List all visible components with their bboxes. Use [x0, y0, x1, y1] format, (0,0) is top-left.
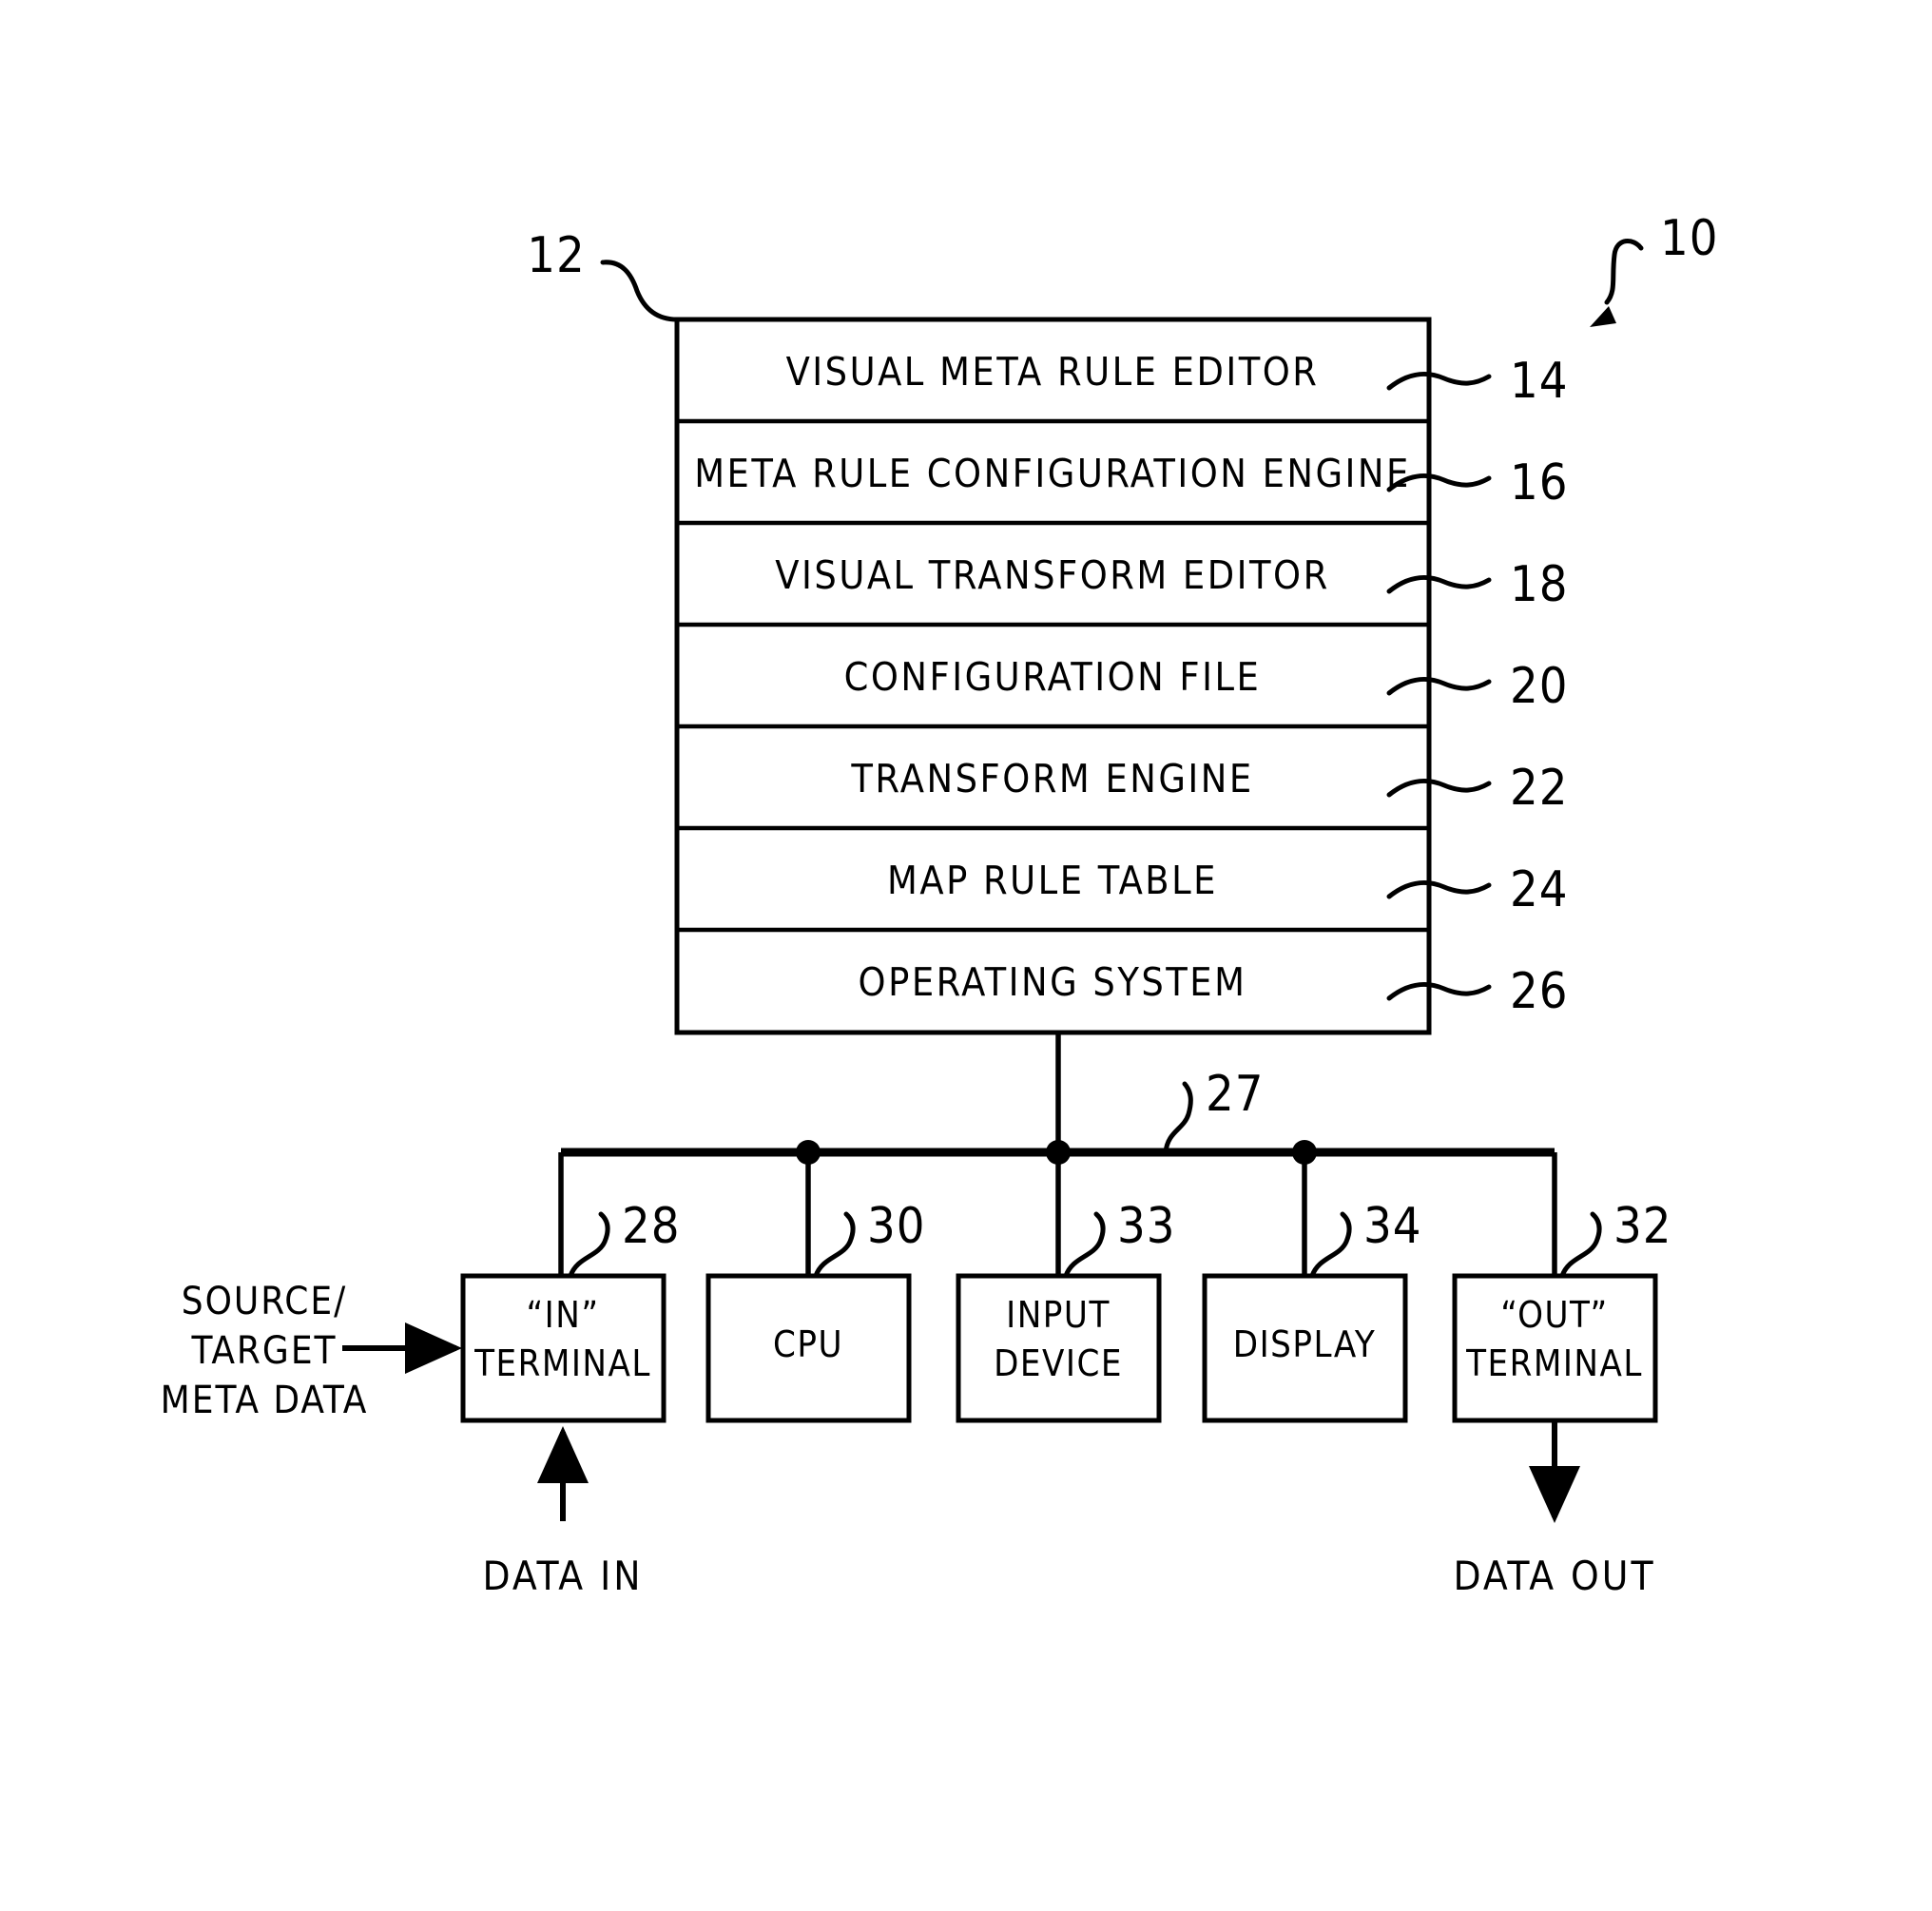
input-device-ref-number: 33	[1117, 1198, 1176, 1255]
stack-row-label-4: TRANSFORM ENGINE	[850, 756, 1253, 801]
device-box-input-device: INPUT DEVICE	[956, 1273, 1162, 1423]
overall-ref-leader	[1590, 239, 1644, 327]
stack-ref-number-3: 20	[1510, 658, 1569, 715]
stack-row-label-3: CONFIGURATION FILE	[844, 654, 1262, 700]
input-device-ref-leader	[1063, 1211, 1106, 1279]
stack-ref-number-5: 24	[1510, 861, 1569, 918]
device-box-in-terminal: “IN” TERMINAL	[460, 1273, 667, 1423]
cpu-ref-number: 30	[867, 1198, 926, 1255]
out-terminal-label-line1: “OUT”	[1500, 1294, 1609, 1336]
data-in-label: DATA IN	[483, 1553, 644, 1599]
software-stack: VISUAL META RULE EDITOR META RULE CONFIG…	[674, 317, 1432, 1035]
figure-canvas: 10 12 VISUAL META RULE EDITOR META RULE …	[161, 210, 1719, 1599]
stack-row-label-0: VISUAL META RULE EDITOR	[786, 349, 1320, 395]
stack-row-label-1: META RULE CONFIGURATION ENGINE	[694, 451, 1411, 496]
device-box-cpu: CPU	[705, 1273, 912, 1423]
stack-row-label-2: VISUAL TRANSFORM EDITOR	[775, 552, 1329, 598]
source-target-line3: META DATA	[161, 1379, 369, 1422]
stack-row-label-6: OPERATING SYSTEM	[859, 959, 1247, 1005]
out-terminal-ref-number: 32	[1613, 1198, 1672, 1255]
cpu-label-line1: CPU	[773, 1323, 843, 1365]
out-terminal-ref-leader	[1559, 1211, 1602, 1279]
system-ref-leader	[600, 260, 680, 322]
source-target-line1: SOURCE/	[182, 1280, 348, 1323]
overall-ref-number: 10	[1660, 210, 1719, 267]
stack-ref-number-6: 26	[1510, 963, 1569, 1020]
in-terminal-label-line1: “IN”	[526, 1294, 599, 1336]
display-label-line1: DISPLAY	[1233, 1323, 1376, 1365]
stack-ref-number-2: 18	[1510, 556, 1569, 613]
stack-row-label-5: MAP RULE TABLE	[887, 858, 1218, 903]
stack-ref-number-1: 16	[1510, 454, 1569, 512]
display-ref-leader	[1309, 1211, 1352, 1279]
out-terminal-label-line2: TERMINAL	[1465, 1342, 1643, 1384]
bus-ref-leader	[1163, 1081, 1193, 1155]
data-out-label: DATA OUT	[1453, 1553, 1655, 1599]
stack-ref-number-4: 22	[1510, 760, 1569, 817]
stack-ref-number-0: 14	[1510, 353, 1569, 410]
input-device-label-line1: INPUT	[1006, 1294, 1111, 1336]
source-target-meta-data-label: SOURCE/ TARGET META DATA	[161, 1280, 369, 1422]
source-target-line2: TARGET	[190, 1329, 337, 1373]
cpu-ref-leader	[813, 1211, 856, 1279]
system-ref-number: 12	[527, 227, 586, 284]
in-terminal-ref-leader	[568, 1211, 610, 1279]
in-terminal-ref-number: 28	[622, 1198, 681, 1255]
display-ref-number: 34	[1363, 1198, 1422, 1255]
device-box-out-terminal: “OUT” TERMINAL	[1452, 1273, 1658, 1423]
in-terminal-label-line2: TERMINAL	[473, 1342, 651, 1384]
bus-ref-number: 27	[1206, 1066, 1265, 1123]
patent-figure: 10 12 VISUAL META RULE EDITOR META RULE …	[0, 0, 1932, 1911]
device-box-display: DISPLAY	[1202, 1273, 1408, 1423]
input-device-label-line2: DEVICE	[994, 1342, 1123, 1384]
